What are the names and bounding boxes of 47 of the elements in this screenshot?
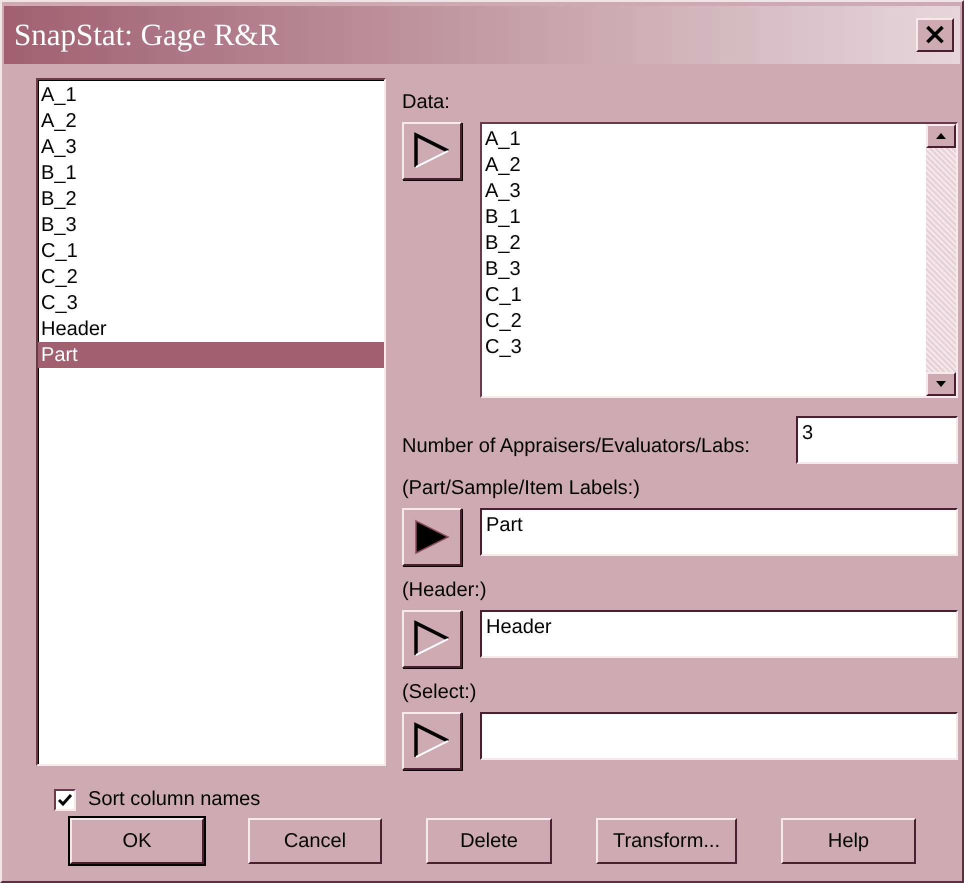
arrow-button[interactable]: [402, 122, 462, 180]
column-item[interactable]: A_3: [38, 134, 384, 160]
input-field[interactable]: Part: [480, 508, 958, 556]
arrow-button[interactable]: [402, 712, 462, 770]
arrow-button[interactable]: [402, 508, 462, 566]
field-label: (Select:): [402, 680, 478, 704]
column-item[interactable]: C_3: [38, 290, 384, 316]
input-field[interactable]: Header: [480, 610, 958, 658]
up-arrow-icon: [936, 133, 946, 139]
dialog-button[interactable]: OK: [70, 818, 204, 864]
arrow-button[interactable]: [402, 610, 462, 668]
field-label: Number of Appraisers/Evaluators/Labs:: [402, 434, 750, 458]
data-item[interactable]: A_3: [485, 178, 923, 204]
column-item[interactable]: C_2: [38, 264, 384, 290]
column-item[interactable]: B_2: [38, 186, 384, 212]
column-item[interactable]: C_1: [38, 238, 384, 264]
field-label: (Header:): [402, 578, 488, 602]
close-button[interactable]: ×: [916, 18, 954, 52]
dialog-button[interactable]: Delete: [426, 818, 552, 864]
field-label: Data:: [402, 90, 451, 114]
scroll-down-button[interactable]: [926, 372, 956, 396]
column-item[interactable]: B_1: [38, 160, 384, 186]
window-title: SnapStat: Gage R&R: [14, 17, 280, 53]
data-item[interactable]: B_2: [485, 230, 923, 256]
dialog-button[interactable]: Cancel: [248, 818, 382, 864]
input-field[interactable]: [480, 712, 958, 760]
column-item[interactable]: Part: [38, 342, 384, 368]
data-item[interactable]: C_1: [485, 282, 923, 308]
column-item[interactable]: A_2: [38, 108, 384, 134]
scroll-up-button[interactable]: [926, 124, 956, 148]
data-item[interactable]: C_3: [485, 334, 923, 360]
dialog-button[interactable]: Help: [781, 818, 916, 864]
field-label: (Part/Sample/Item Labels:): [402, 476, 641, 500]
data-item[interactable]: C_2: [485, 308, 923, 334]
column-item[interactable]: Header: [38, 316, 384, 342]
down-arrow-icon: [936, 381, 946, 387]
data-item[interactable]: B_1: [485, 204, 923, 230]
checkbox-label: Sort column names: [88, 788, 260, 811]
data-item[interactable]: B_3: [485, 256, 923, 282]
checkbox[interactable]: [54, 788, 76, 810]
data-item[interactable]: A_1: [485, 126, 923, 152]
dialog-button[interactable]: Transform...: [596, 818, 737, 864]
column-item[interactable]: B_3: [38, 212, 384, 238]
scrollbar[interactable]: [926, 124, 956, 396]
column-item[interactable]: A_1: [38, 82, 384, 108]
data-item[interactable]: A_2: [485, 152, 923, 178]
input-field[interactable]: 3: [796, 416, 958, 464]
